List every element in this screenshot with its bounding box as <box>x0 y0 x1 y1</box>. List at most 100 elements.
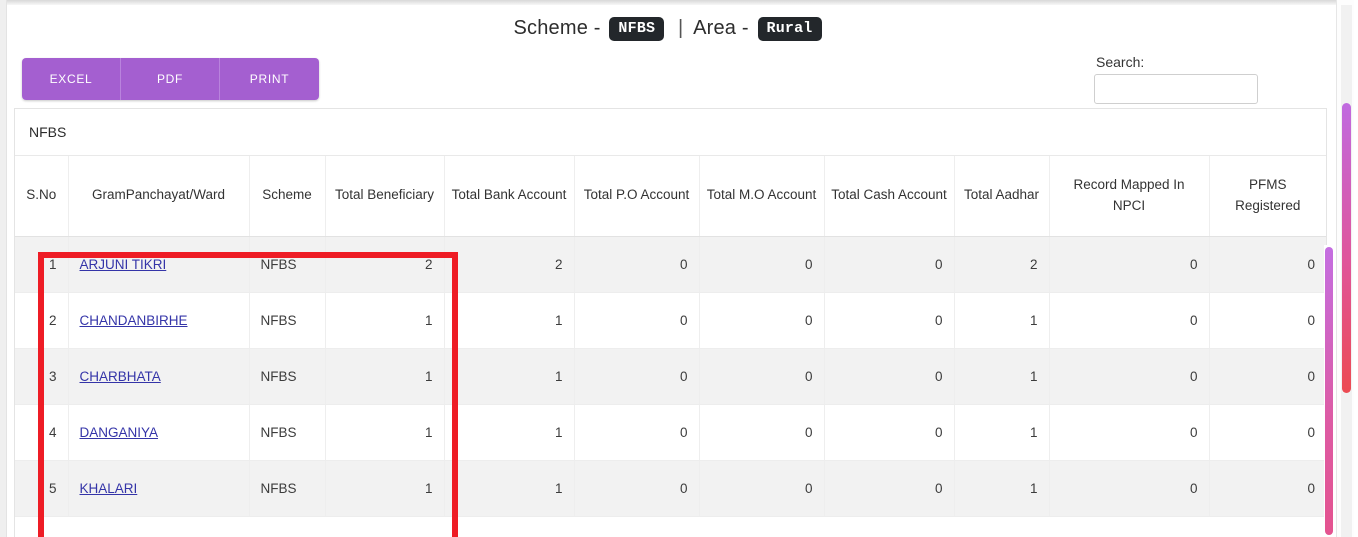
row-cell-total-beneficiary: 1 <box>325 460 445 517</box>
row-cell-total-beneficiary: 1 <box>325 348 445 405</box>
column-header-scheme[interactable]: Scheme <box>249 156 326 237</box>
row-cell-record-mapped-npci: 0 <box>1049 460 1210 517</box>
row-cell-pfms-registered: 0 <box>1209 460 1326 517</box>
column-header-pfms-registered[interactable]: PFMS Registered <box>1209 156 1326 237</box>
row-cell-total-bank-account: 1 <box>444 404 575 461</box>
row-cell-grampanchayat: CHARBHATA <box>68 348 250 405</box>
column-header-sno[interactable]: S.No <box>15 156 69 237</box>
right-page-edge <box>1354 0 1358 537</box>
row-cell-pfms-registered: 0 <box>1209 292 1326 349</box>
row-cell-sno: 2 <box>15 292 69 349</box>
toolbar-row: EXCEL PDF PRINT Search: <box>8 51 1330 109</box>
column-header-total-beneficiary[interactable]: Total Beneficiary <box>325 156 445 237</box>
row-cell-total-aadhar: 1 <box>954 292 1050 349</box>
row-cell-record-mapped-npci: 0 <box>1049 348 1210 405</box>
table-row: 4 DANGANIYA NFBS 1 1 0 0 0 1 0 0 <box>15 404 1326 461</box>
export-pdf-button[interactable]: PDF <box>121 58 220 100</box>
row-cell-total-cash-account: 0 <box>824 404 955 461</box>
row-cell-sno: 1 <box>15 236 69 293</box>
page-title-area-label: Area - <box>693 17 749 39</box>
row-cell-scheme: NFBS <box>249 348 326 405</box>
column-header-grampanchayat-ward[interactable]: GramPanchayat/Ward <box>68 156 250 237</box>
row-cell-sno: 4 <box>15 404 69 461</box>
row-cell-scheme: NFBS <box>249 236 326 293</box>
row-cell-total-bank-account: 1 <box>444 292 575 349</box>
grampanchayat-link[interactable]: CHANDANBIRHE <box>80 313 188 328</box>
row-cell-scheme: NFBS <box>249 460 326 517</box>
row-cell-total-cash-account: 0 <box>824 292 955 349</box>
row-cell-total-bank-account: 1 <box>444 460 575 517</box>
scheme-badge: NFBS <box>609 17 665 41</box>
row-cell-grampanchayat: CHANDANBIRHE <box>68 292 250 349</box>
page-title-scheme-label: Scheme - <box>513 17 601 39</box>
row-cell-total-mo-account: 0 <box>699 348 825 405</box>
row-cell-total-aadhar: 2 <box>954 236 1050 293</box>
row-cell-grampanchayat: ARJUNI TIKRI <box>68 236 250 293</box>
column-header-total-aadhar[interactable]: Total Aadhar <box>954 156 1050 237</box>
table-header-row: S.No GramPanchayat/Ward Scheme Total Ben… <box>15 156 1326 237</box>
page-root: Scheme - NFBS | Area - Rural EXCEL PDF P… <box>0 0 1358 537</box>
table-scrollbar-thumb[interactable] <box>1325 247 1333 535</box>
row-cell-total-beneficiary: 1 <box>325 404 445 461</box>
row-cell-total-mo-account: 0 <box>699 292 825 349</box>
row-cell-total-po-account: 0 <box>574 292 700 349</box>
row-cell-total-cash-account: 0 <box>824 460 955 517</box>
row-cell-pfms-registered: 0 <box>1209 404 1326 461</box>
column-header-total-mo-account[interactable]: Total M.O Account <box>699 156 825 237</box>
row-cell-scheme: NFBS <box>249 292 326 349</box>
row-cell-total-mo-account: 0 <box>699 404 825 461</box>
row-cell-total-po-account: 0 <box>574 348 700 405</box>
table-row: 3 CHARBHATA NFBS 1 1 0 0 0 1 0 0 <box>15 348 1326 405</box>
column-header-total-cash-account[interactable]: Total Cash Account <box>824 156 955 237</box>
left-page-edge <box>0 0 7 537</box>
row-cell-pfms-registered: 0 <box>1209 348 1326 405</box>
row-cell-pfms-registered: 0 <box>1209 236 1326 293</box>
row-cell-total-bank-account: 2 <box>444 236 575 293</box>
row-cell-total-cash-account: 0 <box>824 348 955 405</box>
row-cell-total-po-account: 0 <box>574 460 700 517</box>
row-cell-total-beneficiary: 1 <box>325 292 445 349</box>
table-row: 1 ARJUNI TIKRI NFBS 2 2 0 0 0 2 0 0 <box>15 236 1326 293</box>
page-scrollbar-thumb[interactable] <box>1342 103 1351 393</box>
grampanchayat-link[interactable]: CHARBHATA <box>80 369 161 384</box>
row-cell-record-mapped-npci: 0 <box>1049 292 1210 349</box>
grampanchayat-link[interactable]: DANGANIYA <box>80 425 159 440</box>
table-row: 2 CHANDANBIRHE NFBS 1 1 0 0 0 1 0 0 <box>15 292 1326 349</box>
row-cell-sno: 5 <box>15 460 69 517</box>
print-button[interactable]: PRINT <box>220 58 319 100</box>
column-header-total-bank-account[interactable]: Total Bank Account <box>444 156 575 237</box>
table-caption: NFBS <box>15 109 1326 156</box>
row-cell-scheme: NFBS <box>249 404 326 461</box>
row-cell-total-cash-account: 0 <box>824 236 955 293</box>
grampanchayat-link[interactable]: KHALARI <box>80 481 138 496</box>
row-cell-record-mapped-npci: 0 <box>1049 404 1210 461</box>
page-content: Scheme - NFBS | Area - Rural EXCEL PDF P… <box>8 5 1330 537</box>
table-body: 1 ARJUNI TIKRI NFBS 2 2 0 0 0 2 0 0 2 CHANDANBIRHE NF… <box>15 236 1326 517</box>
row-cell-total-aadhar: 1 <box>954 460 1050 517</box>
search-area: Search: <box>1094 54 1258 104</box>
row-cell-record-mapped-npci: 0 <box>1049 236 1210 293</box>
row-cell-total-mo-account: 0 <box>699 236 825 293</box>
grampanchayat-link[interactable]: ARJUNI TIKRI <box>80 257 167 272</box>
row-cell-total-aadhar: 1 <box>954 404 1050 461</box>
row-cell-total-aadhar: 1 <box>954 348 1050 405</box>
column-header-record-mapped-npci[interactable]: Record Mapped In NPCI <box>1049 156 1210 237</box>
export-button-group: EXCEL PDF PRINT <box>22 58 319 100</box>
beneficiary-table: S.No GramPanchayat/Ward Scheme Total Ben… <box>15 156 1326 517</box>
table-row: 5 KHALARI NFBS 1 1 0 0 0 1 0 0 <box>15 460 1326 517</box>
row-cell-total-po-account: 0 <box>574 404 700 461</box>
area-badge: Rural <box>757 17 822 41</box>
title-separator: | <box>678 17 684 39</box>
search-label: Search: <box>1096 54 1145 70</box>
row-cell-grampanchayat: DANGANIYA <box>68 404 250 461</box>
table-head: S.No GramPanchayat/Ward Scheme Total Ben… <box>15 156 1326 237</box>
row-cell-total-bank-account: 1 <box>444 348 575 405</box>
page-title: Scheme - NFBS | Area - Rural <box>8 5 1330 41</box>
search-input[interactable] <box>1094 74 1258 104</box>
row-cell-grampanchayat: KHALARI <box>68 460 250 517</box>
row-cell-total-mo-account: 0 <box>699 460 825 517</box>
export-excel-button[interactable]: EXCEL <box>22 58 121 100</box>
column-header-total-po-account[interactable]: Total P.O Account <box>574 156 700 237</box>
row-cell-total-beneficiary: 2 <box>325 236 445 293</box>
results-table-panel: NFBS S.No GramPanchayat/Ward Scheme Tota… <box>14 108 1327 537</box>
